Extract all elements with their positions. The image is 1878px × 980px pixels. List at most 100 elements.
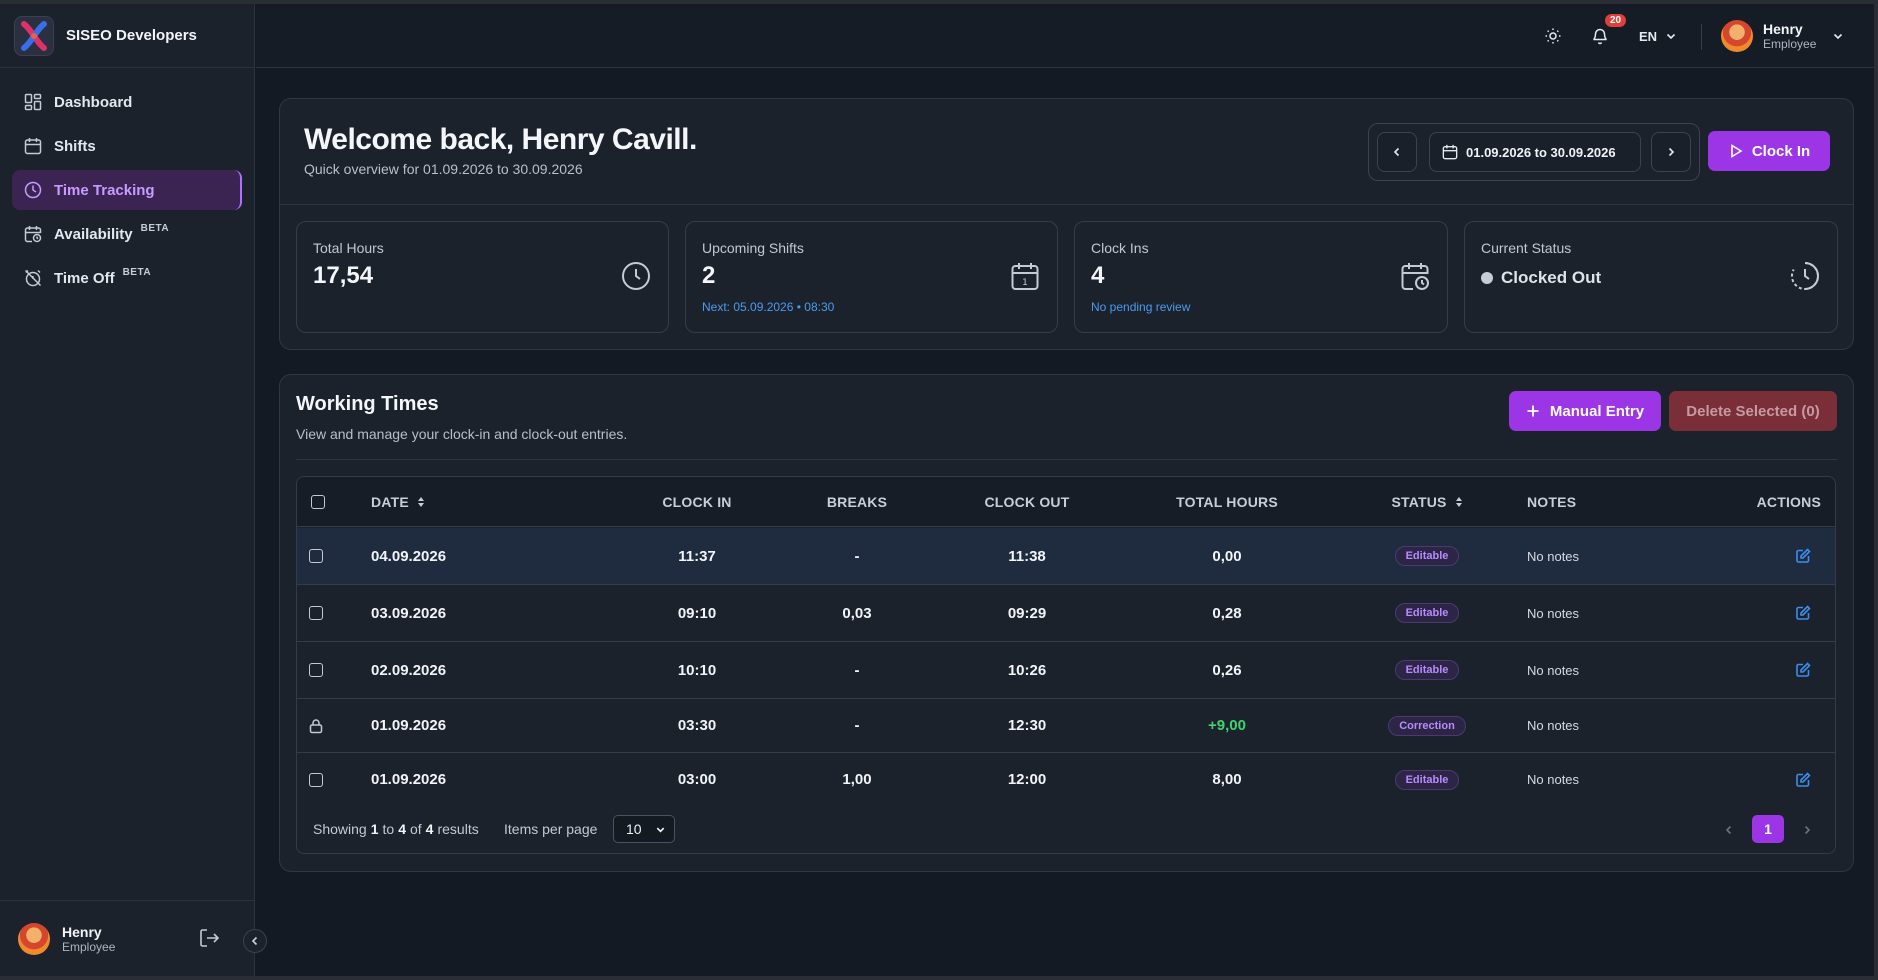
cell-total-hours: 0,26 — [1212, 661, 1242, 679]
checkbox[interactable] — [309, 772, 323, 787]
brand[interactable]: SISEO Developers — [0, 4, 254, 68]
sidebar-item-label: Availability — [54, 225, 133, 243]
user-name: Henry — [1763, 21, 1803, 37]
sidebar-item-time-tracking[interactable]: Time Tracking — [12, 170, 242, 210]
stat-label: Upcoming Shifts — [702, 240, 804, 256]
sidebar-item-shifts[interactable]: Shifts — [12, 126, 242, 166]
avatar[interactable] — [18, 922, 50, 955]
logout-icon[interactable] — [198, 927, 220, 954]
sidebar-item-dashboard[interactable]: Dashboard — [12, 82, 242, 122]
sidebar-item-availability[interactable]: Availability BETA — [12, 214, 242, 254]
chevron-down-icon — [1834, 33, 1843, 40]
date-range-picker: 01.09.2026 to 30.09.2026 — [1368, 123, 1700, 181]
cell-total-hours: 0,00 — [1212, 547, 1242, 565]
bell-icon — [1593, 28, 1607, 45]
row-checkbox[interactable] — [309, 528, 323, 584]
manual-entry-button[interactable]: Manual Entry — [1509, 391, 1661, 431]
cell-clock-out: 12:00 — [1007, 771, 1047, 788]
status-dot — [1481, 272, 1493, 284]
stat-value: 17,54 — [313, 262, 374, 289]
table-row[interactable]: 03.09.2026 09:10 0,03 09:29 0,28 Editable No n… — [297, 585, 1835, 642]
select-all-checkbox[interactable] — [311, 477, 325, 527]
user-name: Henry — [62, 923, 102, 940]
sidebar-item-label: Time Off — [54, 269, 115, 287]
clock-in-label: Clock In — [1751, 142, 1811, 160]
brand-name: SISEO Developers — [66, 27, 197, 44]
cell-breaks: - — [854, 547, 860, 565]
collapse-sidebar-button[interactable] — [243, 929, 267, 953]
checkbox[interactable] — [309, 606, 323, 620]
summary-text: results — [437, 821, 479, 837]
beta-badge: BETA — [122, 266, 152, 278]
column-header-status[interactable]: STATUS — [1357, 477, 1497, 527]
user-role: Employee — [1763, 37, 1817, 51]
history-clock-icon — [1789, 260, 1821, 297]
stat-card-total-hours: Total Hours 17,54 — [296, 221, 669, 333]
stat-value: Clocked Out — [1501, 268, 1602, 287]
row-checkbox[interactable] — [309, 753, 323, 806]
section-subtitle: View and manage your clock-in and clock-… — [296, 426, 628, 442]
row-checkbox[interactable] — [309, 585, 323, 641]
table-row[interactable]: 01.09.2026 03:00 1,00 12:00 8,00 Editable No n… — [297, 753, 1835, 807]
cell-clock-out: 12:30 — [1007, 717, 1047, 734]
divider — [280, 204, 1853, 205]
column-header-date[interactable]: DATE — [371, 477, 425, 527]
previous-period-button[interactable] — [1377, 132, 1417, 172]
stat-note: No pending review — [1091, 300, 1191, 314]
pagination-prev-button[interactable] — [1723, 823, 1735, 839]
notes-text: No notes — [1527, 605, 1580, 621]
cell-clock-in: 03:00 — [677, 771, 717, 788]
table-row[interactable]: 02.09.2026 10:10 - 10:26 0,26 Editable No note… — [297, 642, 1835, 699]
cell-total-hours: 0,28 — [1212, 604, 1242, 622]
pagination-page-1[interactable]: 1 — [1752, 815, 1784, 843]
cell-clock-in: 03:30 — [677, 717, 717, 734]
theme-toggle-button[interactable] — [1544, 4, 1562, 68]
language-selector[interactable]: EN — [1639, 4, 1677, 68]
edit-button[interactable] — [1795, 585, 1811, 641]
edit-button[interactable] — [1795, 528, 1811, 584]
plus-icon — [1527, 405, 1539, 417]
manual-entry-label: Manual Entry — [1549, 402, 1645, 420]
next-period-button[interactable] — [1651, 132, 1691, 172]
clock-in-button[interactable]: Clock In — [1708, 131, 1830, 171]
items-per-page-select[interactable]: 10 — [613, 815, 675, 843]
chevron-right-icon — [1668, 147, 1675, 157]
summary-text: Showing — [313, 821, 367, 837]
brand-logo-icon — [14, 15, 54, 56]
overview-card: Welcome back, Henry Cavill. Quick overvi… — [279, 98, 1854, 350]
table-row[interactable]: 04.09.2026 11:37 - 11:38 0,00 Editable No note… — [297, 528, 1835, 585]
summary-to: 4 — [398, 821, 406, 837]
cell-breaks: - — [854, 661, 860, 679]
language-label: EN — [1639, 28, 1658, 44]
sidebar-item-time-off[interactable]: Time Off BETA — [12, 258, 242, 298]
chevron-right-icon — [1804, 825, 1811, 835]
chevron-down-icon — [656, 827, 665, 833]
stat-note: Next: 05.09.2026 • 08:30 — [702, 300, 835, 314]
row-checkbox[interactable] — [309, 642, 323, 698]
table-row[interactable]: 01.09.2026 03:30 - 12:30 +9,00 Correction No n… — [297, 699, 1835, 753]
cell-notes: No notes — [1527, 642, 1579, 698]
items-per-page-label: Items per page — [504, 821, 598, 837]
sidebar: SISEO Developers Dashboard Shifts Time T… — [0, 4, 267, 976]
sidebar-user: Henry Employee — [0, 900, 267, 976]
delete-selected-button[interactable]: Delete Selected (0) — [1669, 391, 1837, 431]
cell-clock-in: 10:10 — [677, 661, 717, 679]
user-menu[interactable]: Henry Employee — [1721, 4, 1844, 68]
stat-label: Current Status — [1481, 240, 1572, 256]
cell-status: Editable — [1357, 753, 1497, 806]
checkbox[interactable] — [309, 663, 323, 677]
edit-button[interactable] — [1795, 753, 1811, 806]
checkbox[interactable] — [309, 549, 323, 563]
cell-notes: No notes — [1527, 528, 1579, 584]
pagination-next-button[interactable] — [1801, 823, 1813, 839]
notifications-button[interactable]: 20 — [1591, 4, 1627, 68]
status-badge: Editable — [1394, 769, 1460, 790]
calendar-icon — [1442, 144, 1458, 160]
alarm-off-icon — [24, 269, 42, 287]
edit-button[interactable] — [1795, 642, 1811, 698]
date-range-input[interactable]: 01.09.2026 to 30.09.2026 — [1429, 132, 1641, 172]
edit-icon — [1796, 605, 1811, 620]
notes-text: No notes — [1527, 548, 1580, 564]
stat-card-upcoming-shifts: Upcoming Shifts 2 Next: 05.09.2026 • 08:… — [685, 221, 1058, 333]
stat-value: 4 — [1091, 262, 1105, 289]
